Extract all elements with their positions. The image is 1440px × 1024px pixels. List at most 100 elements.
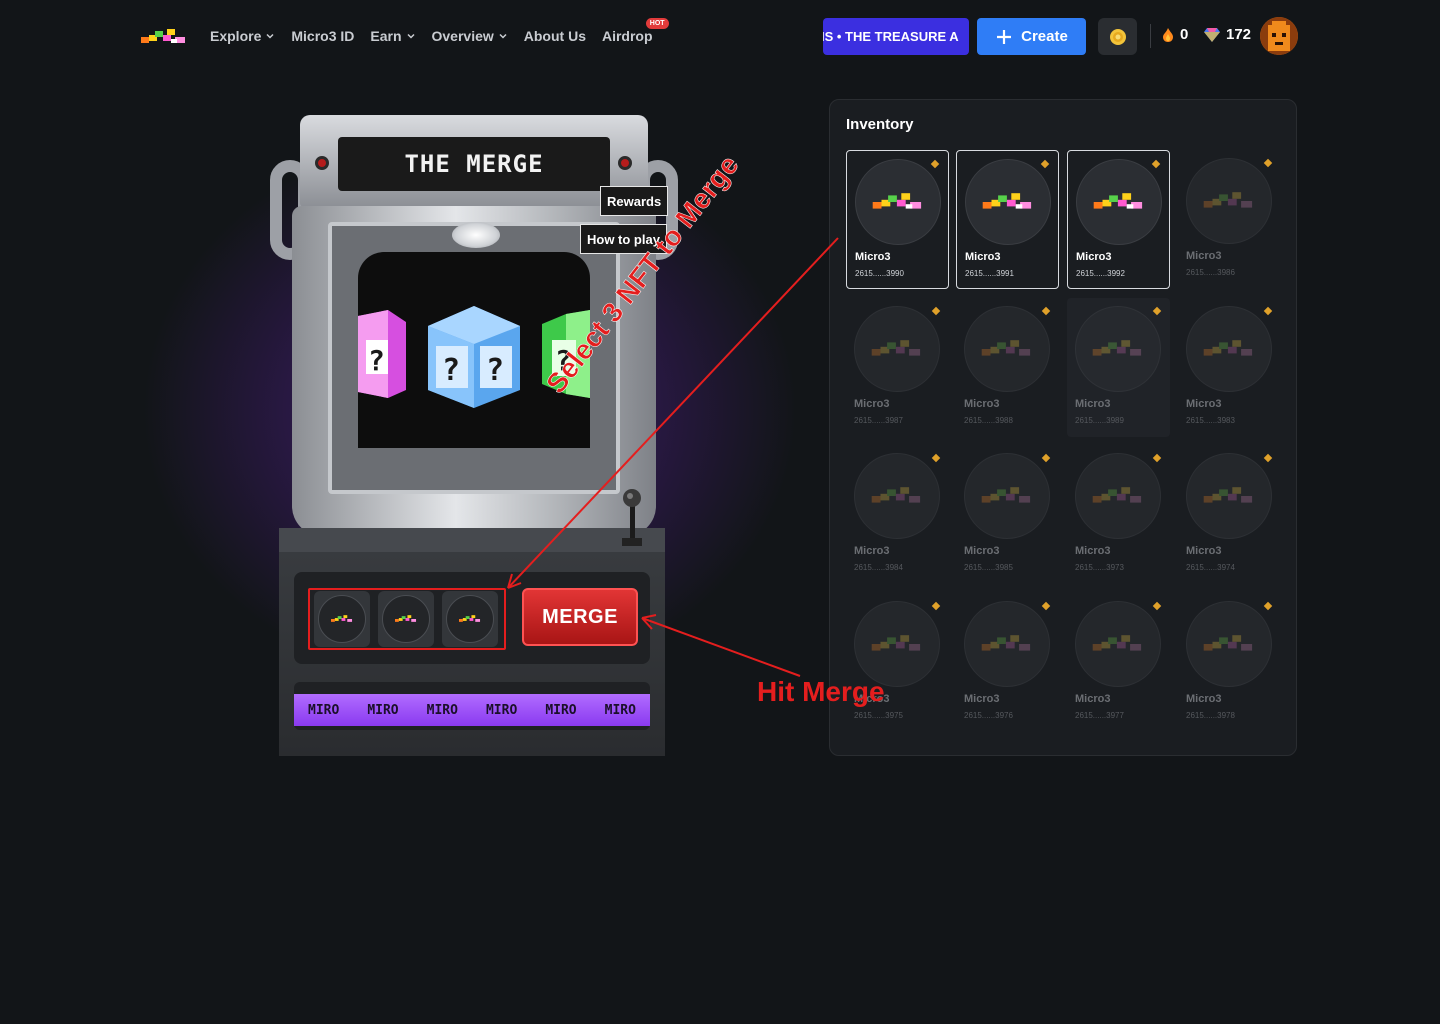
inventory-nft-card[interactable]: Micro3 2615......3985	[956, 445, 1059, 584]
selected-nft-slots	[308, 588, 506, 650]
nft-id: 2615......3991	[965, 269, 1014, 278]
svg-text:?: ?	[368, 344, 385, 377]
header-divider	[1150, 24, 1151, 48]
coin-button[interactable]	[1098, 18, 1137, 55]
inventory-nft-card[interactable]: Micro3 2615......3984	[846, 445, 949, 584]
inventory-nft-card[interactable]: Micro3 2615......3990	[846, 150, 949, 289]
nft-id: 2615......3986	[1186, 268, 1235, 277]
micro3-logo-icon	[1203, 635, 1253, 651]
inventory-nft-card[interactable]: Micro3 2615......3988	[956, 298, 1059, 437]
nav-airdrop[interactable]: Airdrop HOT	[602, 18, 669, 46]
nft-name: Micro3	[964, 545, 1000, 557]
micro3-logo-icon	[459, 615, 481, 622]
sparkle-icon	[1263, 158, 1273, 168]
nft-thumbnail	[1075, 453, 1161, 539]
flame-icon	[1163, 27, 1173, 42]
sparkle-icon	[930, 159, 940, 169]
create-button[interactable]: Create	[977, 18, 1086, 55]
nft-name: Micro3	[855, 251, 891, 263]
sparkle-icon	[1151, 159, 1161, 169]
inventory-nft-card[interactable]: Micro3 2615......3987	[846, 298, 949, 437]
nft-id: 2615......3978	[1186, 711, 1235, 720]
nft-name: Micro3	[854, 398, 890, 410]
nft-thumbnail	[1076, 159, 1162, 245]
nft-name: Micro3	[964, 398, 1000, 410]
micro3-logo-icon	[982, 193, 1032, 209]
nft-id: 2615......3988	[964, 416, 1013, 425]
nft-slot-2[interactable]	[378, 591, 434, 647]
nft-name: Micro3	[854, 545, 890, 557]
svg-text:?: ?	[486, 353, 504, 388]
miro-text: MIRO	[308, 702, 340, 718]
nft-id: 2615......3974	[1186, 563, 1235, 572]
inventory-nft-card[interactable]: Micro3 2615......3977	[1067, 593, 1170, 732]
miro-text: MIRO	[604, 702, 636, 718]
annotation-hit-merge: Hit Merge	[757, 676, 885, 707]
main-nav: Explore Micro3 ID Earn Overview About Us…	[210, 18, 669, 46]
joystick-lever[interactable]	[620, 488, 644, 548]
sparkle-icon	[1152, 453, 1162, 463]
inventory-nft-card[interactable]: Micro3 2615......3983	[1178, 298, 1281, 437]
nav-explore[interactable]: Explore	[210, 26, 275, 46]
inventory-nft-card[interactable]: Micro3 2615......3989	[1067, 298, 1170, 437]
user-avatar[interactable]	[1260, 17, 1298, 55]
announcement-marquee[interactable]: IS • THE TREASURE A	[823, 18, 969, 55]
inventory-nft-card[interactable]: Micro3 2615......3991	[956, 150, 1059, 289]
sparkle-icon	[1041, 453, 1051, 463]
micro3-logo-icon	[981, 340, 1031, 356]
inventory-nft-card[interactable]: Micro3 2615......3976	[956, 593, 1059, 732]
nft-id: 2615......3989	[1075, 416, 1124, 425]
micro3-logo-icon	[1203, 192, 1253, 208]
inventory-nft-card[interactable]: Micro3 2615......3992	[1067, 150, 1170, 289]
nft-name: Micro3	[965, 251, 1001, 263]
micro3-logo-icon	[1092, 340, 1142, 356]
nft-id: 2615......3977	[1075, 711, 1124, 720]
micro3-logo[interactable]	[141, 27, 187, 47]
nft-thumbnail	[854, 306, 940, 392]
nav-micro3-id[interactable]: Micro3 ID	[291, 26, 354, 46]
nft-thumbnail	[854, 453, 940, 539]
plus-icon	[997, 29, 1012, 44]
nft-slot-1[interactable]	[314, 591, 370, 647]
nft-thumbnail	[1186, 601, 1272, 687]
nft-thumbnail	[1186, 306, 1272, 392]
inventory-nft-card[interactable]: Micro3 2615......3974	[1178, 445, 1281, 584]
slot-screen: ? ? ? ?	[358, 252, 590, 448]
chevron-down-icon	[499, 33, 507, 39]
merge-button[interactable]: MERGE	[522, 588, 638, 646]
micro3-logo-icon	[981, 487, 1031, 503]
sparkle-icon	[1152, 306, 1162, 316]
nav-overview[interactable]: Overview	[432, 26, 508, 46]
nft-thumbnail	[855, 159, 941, 245]
nft-thumbnail	[854, 601, 940, 687]
nft-slot-3[interactable]	[442, 591, 498, 647]
micro3-logo-icon	[1203, 487, 1253, 503]
nav-about-us[interactable]: About Us	[524, 26, 586, 46]
sparkle-icon	[1263, 453, 1273, 463]
miro-text: MIRO	[485, 702, 518, 718]
nft-thumbnail	[1075, 306, 1161, 392]
inventory-nft-card[interactable]: Micro3 2615......3975	[846, 593, 949, 732]
nft-id: 2615......3985	[964, 563, 1013, 572]
svg-text:?: ?	[442, 353, 460, 388]
inventory-nft-card[interactable]: Micro3 2615......3973	[1067, 445, 1170, 584]
left-indicator-light	[315, 156, 329, 170]
nft-name: Micro3	[1186, 545, 1222, 557]
nft-id: 2615......3990	[855, 269, 904, 278]
pixel-avatar-icon	[1260, 17, 1298, 55]
micro3-logo-icon	[395, 615, 417, 622]
nft-thumbnail	[964, 601, 1050, 687]
sparkle-icon	[1263, 306, 1273, 316]
micro3-logo-icon	[871, 340, 921, 356]
flame-stat: 0	[1162, 26, 1188, 43]
inventory-nft-card[interactable]: Micro3 2615......3978	[1178, 593, 1281, 732]
miro-text: MIRO	[545, 702, 577, 718]
nft-thumbnail	[1186, 158, 1272, 244]
inventory-nft-card[interactable]: Micro3 2615......3986	[1178, 150, 1281, 289]
mystery-box-reels: ? ? ? ?	[358, 306, 590, 408]
nft-name: Micro3	[1075, 693, 1111, 705]
nft-name: Micro3	[1075, 398, 1111, 410]
nav-earn[interactable]: Earn	[370, 26, 415, 46]
rewards-button[interactable]: Rewards	[600, 186, 669, 216]
sparkle-icon	[1152, 601, 1162, 611]
